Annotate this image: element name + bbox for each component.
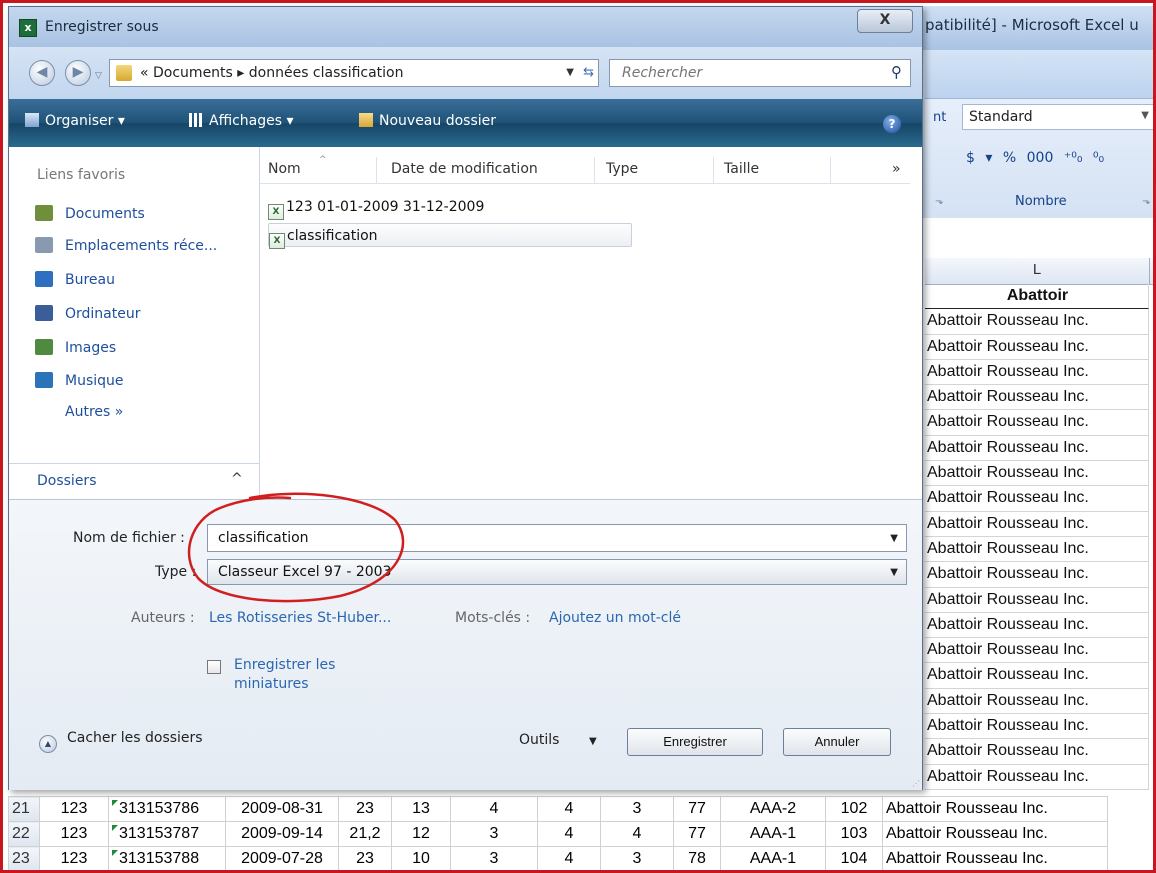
screenshot-border [0,0,1156,873]
